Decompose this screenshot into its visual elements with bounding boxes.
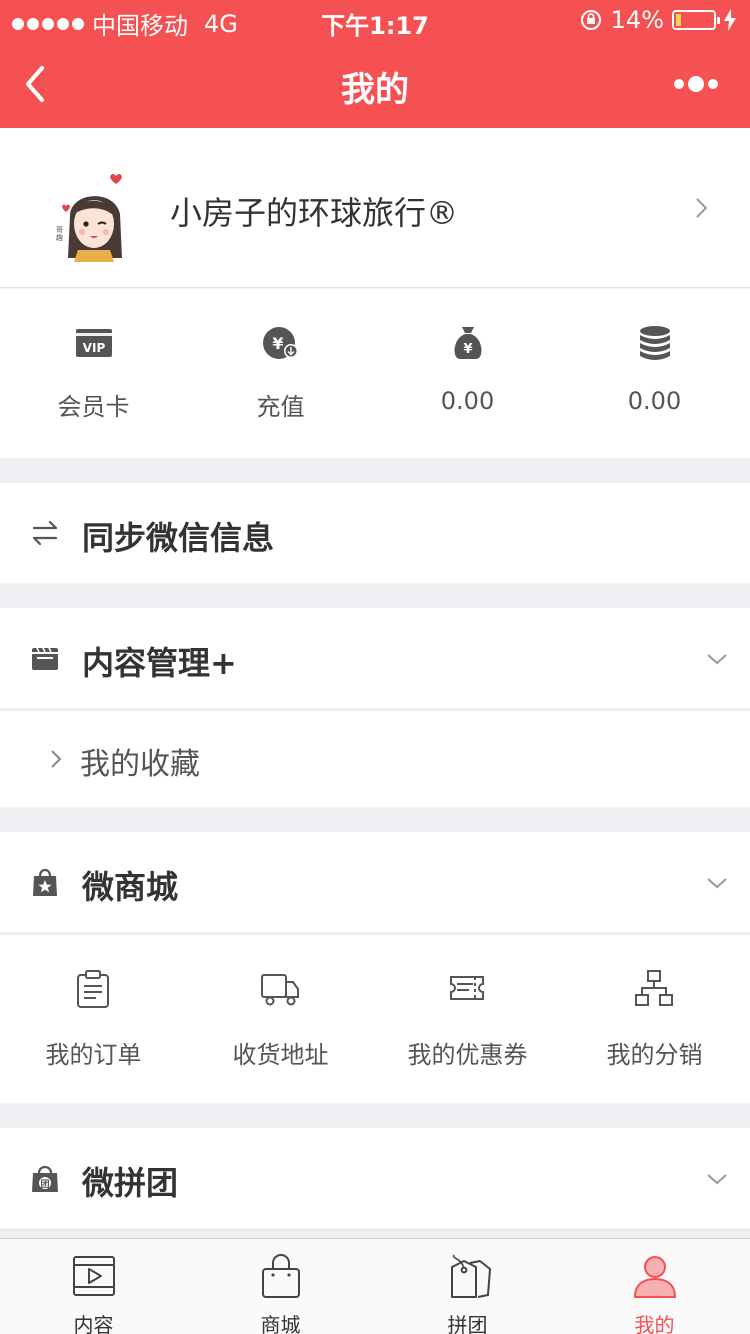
nav-bar: 我的 — [0, 40, 750, 128]
mall-item-label: 我的优惠券 — [407, 1041, 528, 1069]
status-bar: 中国移动 4G 下午1:17 14% — [0, 0, 750, 40]
vip-card-button[interactable]: VIP 会员卡 — [0, 289, 187, 458]
profile-row[interactable]: 哥 趣 小房子的环球旅行® — [0, 128, 750, 288]
battery-percent: 14% — [610, 6, 664, 34]
sync-wechat-row[interactable]: 同步微信信息 — [0, 483, 750, 583]
favorites-label: 我的收藏 — [80, 747, 200, 782]
group-bag-icon: 团 — [32, 1165, 58, 1192]
distribution-icon — [635, 970, 673, 1006]
chevron-down-icon — [707, 1174, 727, 1185]
money-bag-icon: ¥ — [454, 327, 482, 359]
battery-icon — [672, 10, 720, 30]
group-buy-row[interactable]: 团 微拼团 — [0, 1128, 750, 1228]
chevron-down-icon — [707, 878, 727, 889]
chevron-right-icon — [51, 750, 62, 768]
micro-mall-row[interactable]: 微商城 — [0, 832, 750, 932]
clapperboard-icon — [32, 647, 58, 670]
coupons-button[interactable]: 我的优惠券 — [374, 935, 561, 1103]
balance-value: 0.00 — [440, 387, 495, 415]
recharge-button[interactable]: ¥ 充值 — [187, 289, 374, 458]
rotation-lock-icon — [580, 10, 601, 30]
divider — [0, 1230, 750, 1231]
quick-label: 会员卡 — [57, 393, 130, 421]
recharge-icon: ¥ — [263, 327, 298, 359]
user-icon — [633, 1256, 677, 1298]
tab-mall[interactable]: 商城 — [187, 1239, 374, 1334]
quick-actions: VIP 会员卡 ¥ 充值 ¥ 0.00 0.00 — [0, 289, 750, 458]
tab-group[interactable]: 拼团 — [374, 1239, 561, 1334]
favorites-row[interactable]: 我的收藏 — [0, 711, 750, 807]
tab-mine[interactable]: 我的 — [561, 1239, 748, 1334]
video-icon — [73, 1256, 115, 1296]
chevron-down-icon — [707, 654, 727, 665]
truck-icon — [261, 974, 299, 1006]
avatar: 哥 趣 — [56, 174, 122, 262]
content-mgmt-row[interactable]: 内容管理+ — [0, 608, 750, 708]
header: 中国移动 4G 下午1:17 14% 我的 — [0, 0, 750, 128]
tab-label: 拼团 — [447, 1313, 488, 1334]
svg-text:哥: 哥 — [56, 226, 63, 234]
svg-text:趣: 趣 — [56, 233, 63, 242]
mall-item-label: 我的分销 — [606, 1041, 703, 1069]
distribution-button[interactable]: 我的分销 — [561, 935, 748, 1103]
group-buy-label: 微拼团 — [82, 1164, 179, 1202]
swap-arrows-icon — [32, 520, 58, 546]
micro-mall-label: 微商城 — [82, 868, 179, 906]
tags-icon — [451, 1254, 491, 1298]
coins-icon — [640, 326, 670, 360]
my-orders-button[interactable]: 我的订单 — [0, 935, 187, 1103]
order-icon — [77, 970, 109, 1008]
address-button[interactable]: 收货地址 — [187, 935, 374, 1103]
balance-button[interactable]: ¥ 0.00 — [374, 289, 561, 458]
quick-label: 充值 — [256, 393, 305, 421]
tab-content[interactable]: 内容 — [0, 1239, 187, 1334]
mall-item-label: 收货地址 — [232, 1041, 329, 1069]
coupon-icon — [450, 976, 484, 1000]
more-button[interactable] — [674, 70, 726, 98]
svg-text:¥: ¥ — [272, 334, 283, 353]
content-mgmt-label: 内容管理+ — [82, 644, 237, 682]
vip-card-icon: VIP — [76, 329, 112, 357]
points-value: 0.00 — [627, 387, 682, 415]
mall-item-label: 我的订单 — [45, 1041, 142, 1069]
page-title: 我的 — [341, 70, 409, 110]
tab-bar: 内容 商城 拼团 我的 — [0, 1238, 750, 1334]
tab-label: 我的 — [634, 1313, 675, 1334]
shop-bag-star-icon — [33, 868, 57, 896]
tab-label: 内容 — [73, 1313, 114, 1334]
svg-text:团: 团 — [40, 1179, 49, 1190]
shopping-bag-icon — [262, 1254, 300, 1298]
tab-label: 商城 — [260, 1313, 301, 1334]
sync-wechat-label: 同步微信信息 — [82, 519, 275, 557]
chevron-right-icon — [696, 198, 708, 218]
charging-icon — [724, 9, 736, 31]
svg-text:¥: ¥ — [463, 342, 472, 357]
points-button[interactable]: 0.00 — [561, 289, 748, 458]
svg-text:VIP: VIP — [83, 341, 106, 355]
username: 小房子的环球旅行® — [170, 194, 459, 232]
mall-grid: 我的订单 收货地址 我的优惠券 我的分销 — [0, 935, 750, 1103]
